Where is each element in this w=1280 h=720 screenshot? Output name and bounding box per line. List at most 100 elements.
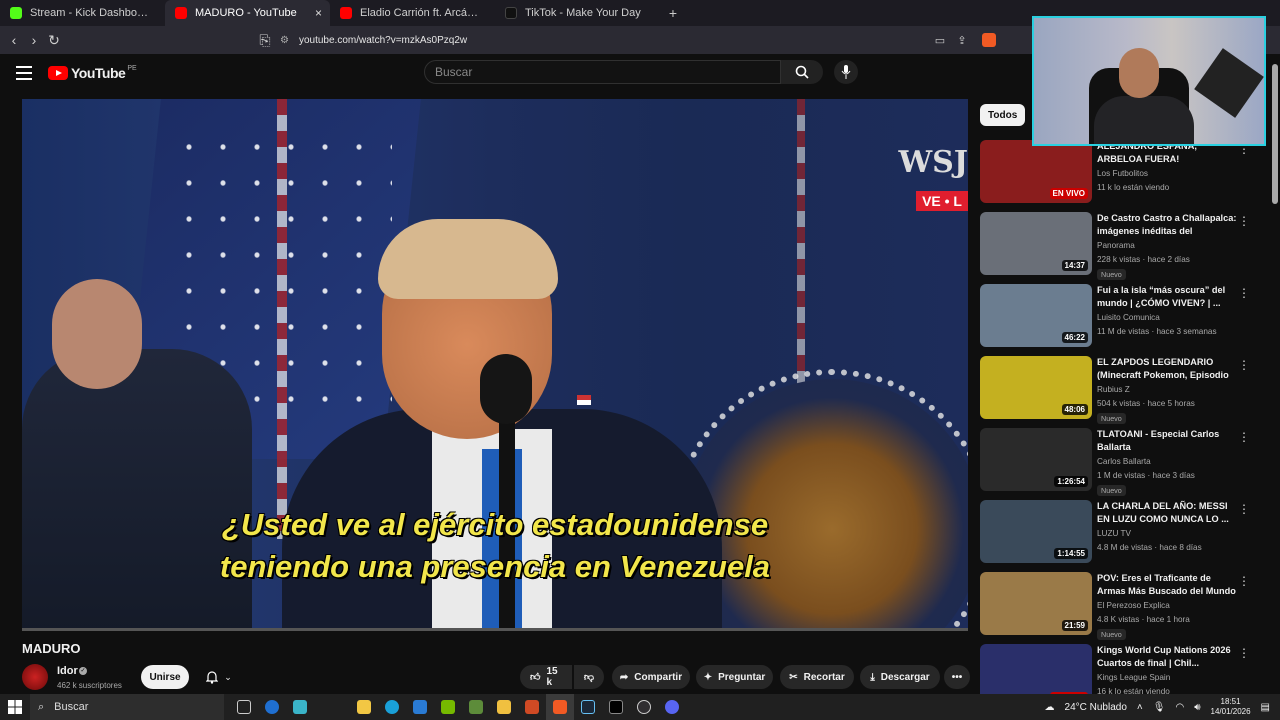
taskbar-search[interactable]: ⌕ Buscar bbox=[30, 694, 224, 720]
recommendation-item[interactable]: 21:59 POV: Eres el Traficante de Armas Má… bbox=[980, 572, 1250, 644]
obs-icon[interactable] bbox=[630, 694, 658, 720]
rec-channel[interactable]: Panorama bbox=[1097, 241, 1135, 250]
join-button[interactable]: Unirse bbox=[141, 665, 189, 689]
reload-icon[interactable]: ↻ bbox=[44, 32, 64, 49]
address-bar[interactable]: ⚙ youtube.com/watch?v=mzkAs0Pzq2w bbox=[280, 30, 1000, 50]
youtube-logo[interactable]: YouTube PE bbox=[48, 65, 137, 81]
rec-title[interactable]: TLATOANI - Especial Carlos Ballarta bbox=[1097, 428, 1237, 453]
more-options-icon[interactable]: ⋮ bbox=[1238, 286, 1250, 300]
search-button[interactable] bbox=[781, 60, 823, 84]
clip-button[interactable]: ✂ Recortar bbox=[780, 665, 854, 689]
steam-icon[interactable] bbox=[574, 694, 602, 720]
rec-title[interactable]: EL ZAPDOS LEGENDARIO (Minecraft Pokemon,… bbox=[1097, 356, 1237, 382]
recommendation-item[interactable]: 48:06 EL ZAPDOS LEGENDARIO (Minecraft Pok… bbox=[980, 356, 1250, 428]
video-thumbnail[interactable]: 21:59 bbox=[980, 572, 1092, 635]
more-options-icon[interactable]: ⋮ bbox=[1238, 574, 1250, 588]
recommendation-item[interactable]: 1:26:54 TLATOANI - Especial Carlos Ballar… bbox=[980, 428, 1250, 500]
more-actions-button[interactable]: ••• bbox=[944, 665, 970, 689]
download-button[interactable]: ⤓ Descargar bbox=[860, 665, 940, 689]
ask-button[interactable]: ✦ Preguntar bbox=[696, 665, 773, 689]
more-options-icon[interactable]: ⋮ bbox=[1238, 646, 1250, 660]
video-thumbnail[interactable]: 1:26:54 bbox=[980, 428, 1092, 491]
video-thumbnail[interactable]: 46:22 bbox=[980, 284, 1092, 347]
discord-icon[interactable] bbox=[658, 694, 686, 720]
app-icon-teal[interactable] bbox=[286, 694, 314, 720]
video-thumbnail[interactable]: 1:14:55 bbox=[980, 500, 1092, 563]
new-tab-button[interactable]: + bbox=[660, 5, 686, 21]
mail-icon[interactable] bbox=[406, 694, 434, 720]
video-thumbnail[interactable]: EN VIVO bbox=[980, 140, 1092, 203]
dislike-button[interactable]: 👎︎ bbox=[574, 665, 604, 689]
more-options-icon[interactable]: ⋮ bbox=[1238, 502, 1250, 516]
scrollbar-thumb[interactable] bbox=[1272, 64, 1278, 204]
nvidia-icon[interactable] bbox=[434, 694, 462, 720]
minecraft-icon[interactable] bbox=[462, 694, 490, 720]
brave-shield-icon[interactable] bbox=[982, 33, 996, 47]
recommendation-item[interactable]: 46:22 Fui a la isla “más oscura” del mund… bbox=[980, 284, 1250, 356]
rec-channel[interactable]: Luisito Comunica bbox=[1097, 313, 1160, 322]
folder-icon[interactable] bbox=[490, 694, 518, 720]
edge-icon[interactable] bbox=[378, 694, 406, 720]
hamburger-menu-icon[interactable] bbox=[16, 66, 32, 80]
rec-title[interactable]: Kings World Cup Nations 2026 Cuartos de … bbox=[1097, 644, 1237, 669]
close-tab-icon[interactable]: × bbox=[315, 6, 322, 20]
store-icon[interactable] bbox=[350, 694, 378, 720]
rec-channel[interactable]: El Perezoso Explica bbox=[1097, 601, 1170, 610]
recommendation-item[interactable]: 14:37 De Castro Castro a Challapalca: imá… bbox=[980, 212, 1250, 284]
rec-channel[interactable]: Kings League Spain bbox=[1097, 673, 1170, 682]
more-options-icon[interactable]: ⋮ bbox=[1238, 358, 1250, 372]
notification-center-icon[interactable]: ▤ bbox=[1261, 702, 1270, 713]
chevron-up-icon[interactable]: ˄ bbox=[1137, 702, 1143, 713]
video-thumbnail[interactable]: 48:06 bbox=[980, 356, 1092, 419]
tab-youtube-maduro[interactable]: MADURO - YouTube × bbox=[165, 0, 330, 26]
rec-title[interactable]: Fui a la isla “más oscura” del mundo | ¿… bbox=[1097, 284, 1237, 309]
bookmark-icon[interactable]: ⎘ bbox=[255, 32, 275, 49]
brave-icon[interactable] bbox=[546, 694, 574, 720]
rec-title[interactable]: LA CHARLA DEL AÑO: MESSI EN LUZU COMO NU… bbox=[1097, 500, 1237, 525]
rec-channel[interactable]: Rubius Z bbox=[1097, 385, 1130, 394]
recommendation-item[interactable]: EN VIVO ALEJANDRO ESPAÑA, ARBELOA FUERA! L… bbox=[980, 140, 1250, 212]
microphone-tray-icon[interactable]: 🎙︎ bbox=[1153, 702, 1166, 713]
app-icon-winamp[interactable] bbox=[518, 694, 546, 720]
task-view-icon[interactable] bbox=[230, 694, 258, 720]
channel-name[interactable]: Idor bbox=[57, 665, 78, 677]
like-button[interactable]: 👍︎ 15 k bbox=[520, 665, 572, 689]
channel-avatar[interactable] bbox=[22, 664, 48, 690]
voice-search-button[interactable] bbox=[834, 60, 858, 84]
recommendation-item[interactable]: 1:14:55 LA CHARLA DEL AÑO: MESSI EN LUZU … bbox=[980, 500, 1250, 572]
share-page-icon[interactable]: ⇪ bbox=[952, 34, 972, 47]
rec-title[interactable]: POV: Eres el Traficante de Armas Más Bus… bbox=[1097, 572, 1237, 597]
tab-eladio[interactable]: Eladio Carrión ft. Arcángel, De La Gh bbox=[330, 0, 495, 26]
back-icon[interactable]: ‹ bbox=[4, 32, 24, 48]
more-options-icon[interactable]: ⋮ bbox=[1238, 430, 1250, 444]
cast-icon[interactable]: ▭ bbox=[930, 34, 950, 47]
more-options-icon[interactable]: ⋮ bbox=[1238, 214, 1250, 228]
tab-kick[interactable]: Stream - Kick Dashboard bbox=[0, 0, 165, 26]
chip-all[interactable]: Todos bbox=[980, 104, 1026, 126]
rec-channel[interactable]: Carlos Ballarta bbox=[1097, 457, 1151, 466]
forward-icon[interactable]: › bbox=[24, 32, 44, 48]
rec-title[interactable]: De Castro Castro a Challapalca: imágenes… bbox=[1097, 212, 1237, 238]
recommendations-list: EN VIVO ALEJANDRO ESPAÑA, ARBELOA FUERA! L… bbox=[980, 140, 1250, 716]
site-info-icon[interactable]: ⚙ bbox=[280, 35, 289, 46]
tab-tiktok[interactable]: TikTok - Make Your Day bbox=[495, 0, 660, 26]
notification-bell-button[interactable]: ⌄ bbox=[197, 665, 241, 689]
app-icon-speedometer[interactable] bbox=[258, 694, 286, 720]
x-icon[interactable] bbox=[602, 694, 630, 720]
tab-label: MADURO - YouTube bbox=[195, 7, 297, 19]
video-thumbnail[interactable]: 14:37 bbox=[980, 212, 1092, 275]
video-player[interactable]: WSJ VE • L ¿Usted ve al ejército estadou… bbox=[22, 99, 968, 631]
volume-icon[interactable]: 🔊︎ bbox=[1194, 702, 1200, 713]
video-progress-bar[interactable] bbox=[22, 628, 968, 631]
rec-channel[interactable]: LUZU TV bbox=[1097, 529, 1131, 538]
clock[interactable]: 18:51 14/01/2026 bbox=[1211, 697, 1251, 717]
rec-channel[interactable]: Los Futbolitos bbox=[1097, 169, 1148, 178]
sparkle-icon: ✦ bbox=[703, 671, 713, 683]
search-input[interactable]: Buscar bbox=[424, 60, 781, 84]
page-scrollbar[interactable] bbox=[1270, 54, 1280, 694]
wifi-icon[interactable]: ◠ bbox=[1175, 702, 1184, 713]
start-button[interactable] bbox=[0, 694, 30, 720]
weather-text[interactable]: 24°C Nublado bbox=[1065, 702, 1127, 713]
rec-meta: 228 k vistas · hace 2 días bbox=[1097, 255, 1190, 264]
share-button[interactable]: ➦ Compartir bbox=[612, 665, 690, 689]
